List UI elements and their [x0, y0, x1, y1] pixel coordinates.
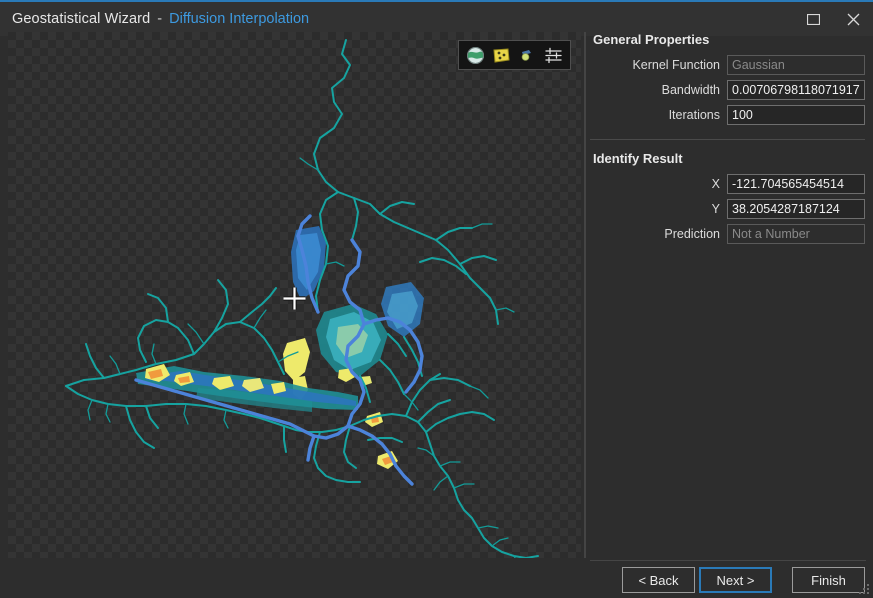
- kernel-function-label: Kernel Function: [632, 58, 720, 72]
- section-divider: [590, 139, 865, 140]
- close-button[interactable]: [833, 4, 873, 34]
- kernel-function-input[interactable]: [727, 55, 865, 75]
- layers-surface-icon: [493, 47, 510, 63]
- map-canvas[interactable]: [8, 32, 581, 561]
- general-properties-section: General Properties Kernel Function Bandw…: [590, 32, 865, 125]
- x-input[interactable]: [727, 174, 865, 194]
- back-button[interactable]: < Back: [622, 567, 695, 593]
- window-title: Geostatistical Wizard: [12, 11, 151, 27]
- iterations-input[interactable]: [727, 105, 865, 125]
- identify-result-section: Identify Result X Y Prediction: [590, 151, 865, 244]
- iterations-label: Iterations: [668, 108, 720, 122]
- close-icon: [847, 13, 859, 25]
- field-x: X: [590, 174, 865, 194]
- layers-surface-button[interactable]: [489, 43, 513, 67]
- field-bandwidth: Bandwidth: [590, 80, 865, 100]
- prediction-input[interactable]: [727, 224, 865, 244]
- restore-window-button[interactable]: [793, 4, 833, 34]
- field-prediction: Prediction: [590, 224, 865, 244]
- settings-sliders-button[interactable]: [542, 43, 566, 67]
- bandwidth-label: Bandwidth: [661, 83, 720, 97]
- window-controls: [793, 2, 873, 36]
- basemap-globe-button[interactable]: [463, 43, 487, 67]
- resize-grip[interactable]: [858, 583, 870, 595]
- window-subtitle: Diffusion Interpolation: [169, 11, 310, 27]
- basemap-globe-icon: [466, 46, 484, 64]
- properties-panel: General Properties Kernel Function Bandw…: [590, 32, 865, 552]
- prediction-label: Prediction: [664, 227, 720, 241]
- finish-button[interactable]: Finish: [792, 567, 865, 593]
- sample-points-button[interactable]: [516, 43, 540, 67]
- interpolation-surface-map: [65, 39, 539, 561]
- restore-window-icon: [806, 13, 820, 25]
- map-toolbar: [458, 40, 571, 70]
- general-properties-title: General Properties: [593, 32, 710, 47]
- field-y: Y: [590, 199, 865, 219]
- y-label: Y: [711, 202, 720, 216]
- field-iterations: Iterations: [590, 105, 865, 125]
- geostatistical-wizard-window: Geostatistical Wizard - Diffusion Interp…: [0, 0, 873, 598]
- bandwidth-input[interactable]: [727, 80, 865, 100]
- y-input[interactable]: [727, 199, 865, 219]
- next-button[interactable]: Next >: [699, 567, 772, 593]
- sample-points-icon: [521, 49, 532, 61]
- identify-result-title: Identify Result: [593, 151, 683, 166]
- footer-divider: [590, 560, 866, 561]
- settings-sliders-icon: [545, 47, 563, 63]
- x-label: X: [711, 177, 720, 191]
- panel-splitter[interactable]: [584, 32, 586, 560]
- title-bar: Geostatistical Wizard - Diffusion Interp…: [0, 2, 873, 36]
- title-separator: -: [157, 11, 163, 27]
- prediction-surface-layer: [136, 226, 424, 469]
- field-kernel-function: Kernel Function: [590, 55, 865, 75]
